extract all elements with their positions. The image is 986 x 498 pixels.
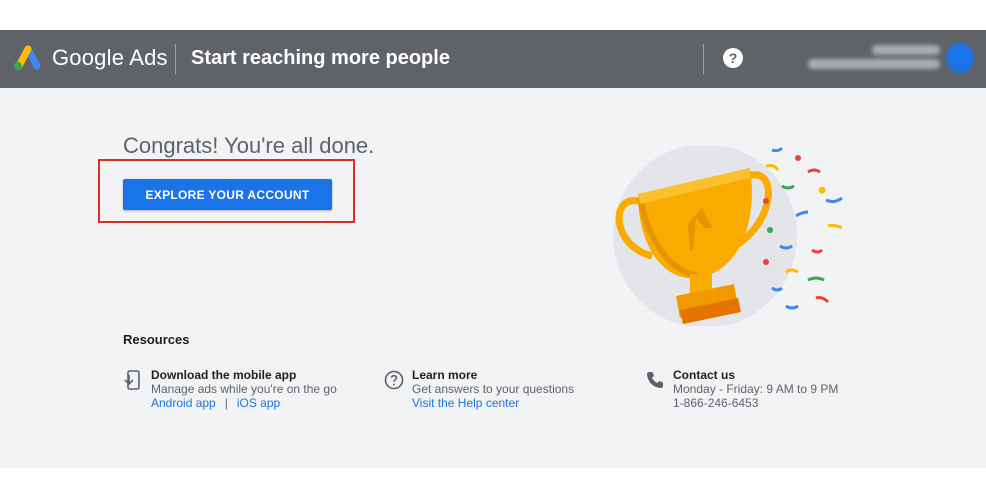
- header-divider: [703, 44, 704, 74]
- top-bar: Google Ads Start reaching more people ?: [0, 30, 986, 88]
- congrats-heading: Congrats! You're all done.: [123, 133, 375, 158]
- resource-title: Contact us: [673, 368, 736, 382]
- account-email-blurred: [808, 59, 940, 69]
- phone-download-icon: [124, 370, 140, 390]
- resource-desc: Get answers to your questions: [412, 382, 575, 396]
- link-separator: |: [224, 396, 228, 410]
- help-circle-icon: [384, 370, 404, 390]
- ios-app-link[interactable]: iOS app: [237, 396, 280, 410]
- resource-title: Learn more: [412, 368, 478, 382]
- resource-phone-number: 1-866-246-6453: [673, 396, 759, 410]
- resource-title: Download the mobile app: [151, 368, 297, 382]
- trophy-illustration: [613, 146, 843, 326]
- help-icon[interactable]: ?: [723, 48, 743, 68]
- resource-desc: Manage ads while you're on the go: [151, 382, 337, 396]
- account-info[interactable]: [800, 43, 940, 73]
- google-ads-logo-icon[interactable]: [12, 44, 42, 72]
- explore-account-button[interactable]: EXPLORE YOUR ACCOUNT: [123, 179, 332, 210]
- help-center-link[interactable]: Visit the Help center: [412, 396, 519, 410]
- header-divider: [175, 44, 176, 74]
- main-content: Congrats! You're all done. EXPLORE YOUR …: [0, 88, 986, 468]
- account-id-blurred: [872, 45, 940, 55]
- brand-name[interactable]: Google Ads: [52, 45, 168, 71]
- resource-hours: Monday - Friday: 9 AM to 9 PM: [673, 382, 839, 396]
- android-app-link[interactable]: Android app: [151, 396, 216, 410]
- avatar[interactable]: [946, 43, 974, 73]
- phone-icon: [647, 372, 663, 388]
- page-title: Start reaching more people: [191, 47, 450, 69]
- resources-heading: Resources: [123, 332, 190, 347]
